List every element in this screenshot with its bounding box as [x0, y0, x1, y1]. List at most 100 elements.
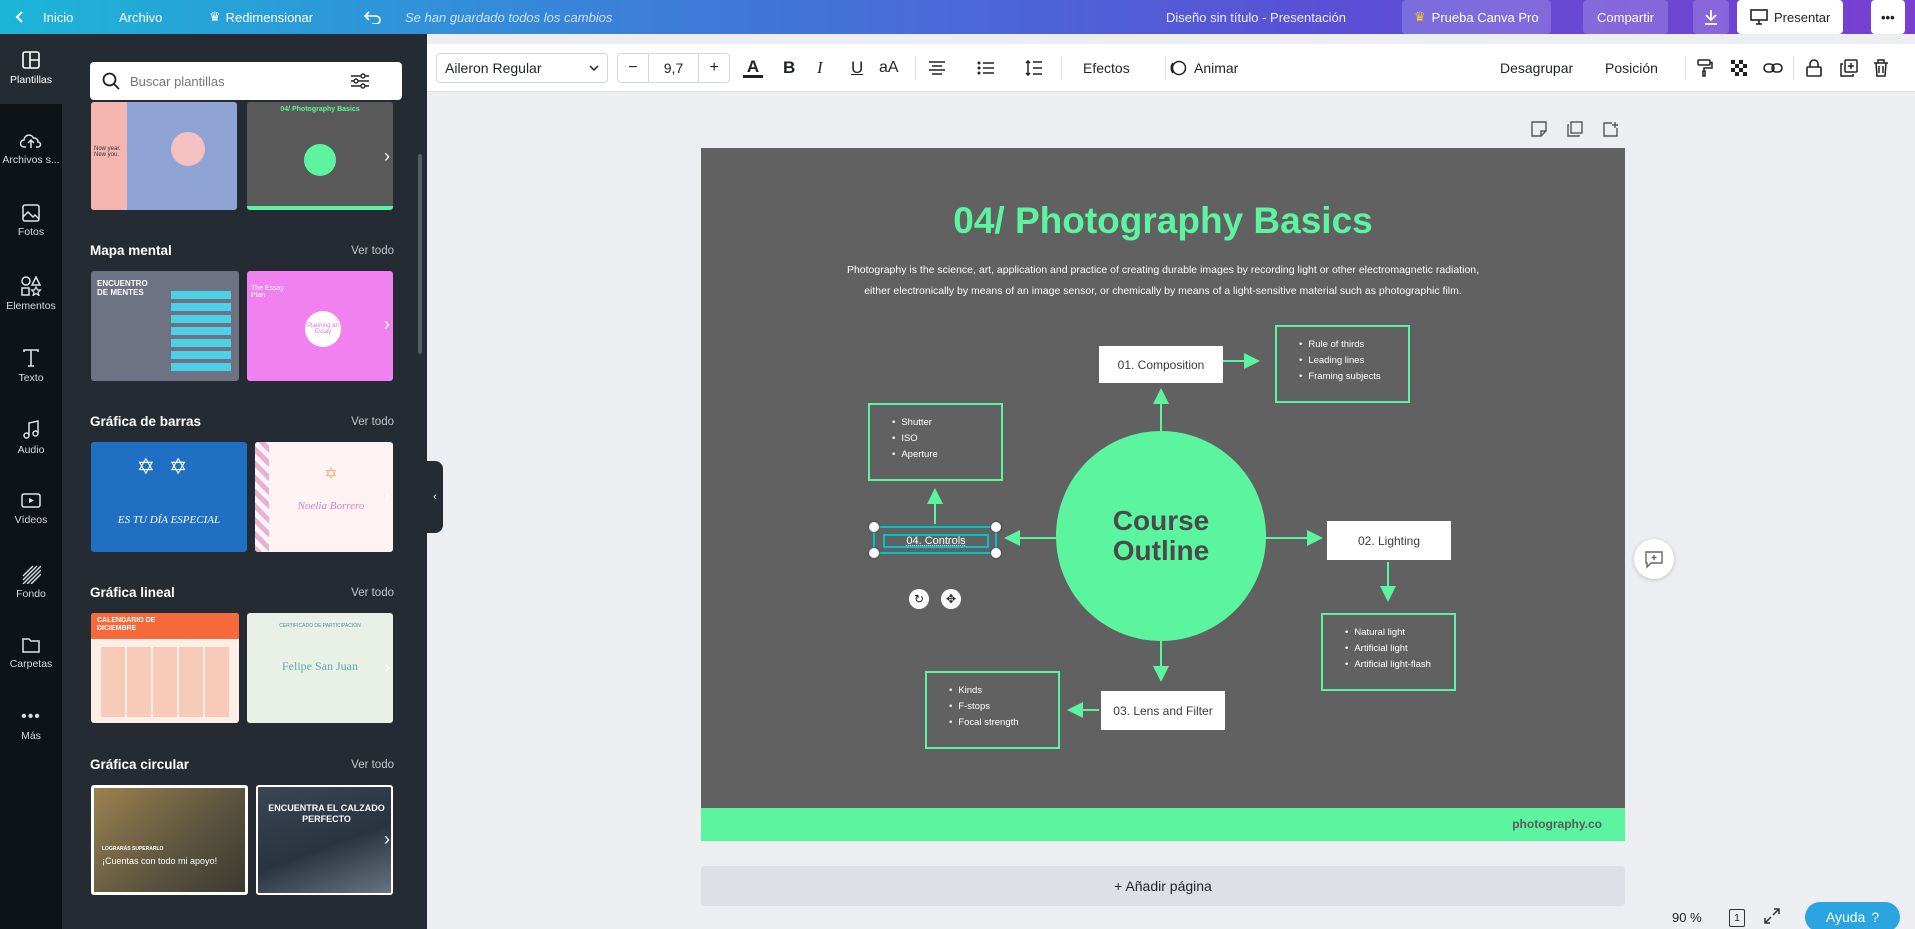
add-page-icon-button[interactable]: [1603, 121, 1619, 142]
lock-button[interactable]: [1806, 44, 1822, 92]
position-button[interactable]: Posición: [1605, 44, 1658, 92]
lock-icon: [1806, 59, 1822, 77]
try-pro-button[interactable]: ♛ Prueba Canva Pro: [1402, 0, 1551, 34]
decrease-size-button[interactable]: −: [618, 59, 648, 77]
transparency-button[interactable]: [1730, 44, 1748, 92]
home-button[interactable]: Inicio: [14, 0, 73, 34]
rotate-handle[interactable]: ↻: [909, 589, 929, 609]
chevron-right-icon[interactable]: ›: [384, 829, 390, 850]
template-thumb[interactable]: The Essay Plan Planning an Essay: [247, 271, 393, 381]
chevron-right-icon[interactable]: ›: [384, 314, 390, 335]
delete-button[interactable]: [1873, 44, 1889, 92]
more-options-button[interactable]: •••: [1871, 0, 1905, 34]
link-button[interactable]: [1763, 44, 1783, 92]
see-all-link[interactable]: Ver todo: [351, 587, 394, 599]
course-outline-circle[interactable]: Course Outline: [1056, 431, 1266, 641]
add-page-button[interactable]: + Añadir página: [701, 866, 1625, 906]
move-handle[interactable]: ✥: [941, 589, 961, 609]
note-button[interactable]: [1531, 121, 1547, 142]
rail-item-uploads[interactable]: Archivos s...: [0, 132, 62, 166]
font-selector[interactable]: Aileron Regular: [436, 44, 608, 92]
template-thumb[interactable]: CALENDARIO DE DICIEMBRE: [91, 613, 239, 723]
resize-handle[interactable]: [991, 548, 1001, 558]
resize-handle[interactable]: [869, 522, 879, 532]
rail-item-folders[interactable]: Carpetas: [0, 636, 62, 670]
font-size-input[interactable]: 9,7: [647, 54, 700, 82]
pattern-icon: [22, 565, 41, 584]
chevron-left-icon: ‹: [433, 491, 437, 503]
download-button[interactable]: [1693, 0, 1729, 34]
spacing-button[interactable]: [1025, 44, 1043, 92]
list-box-controls[interactable]: ShutterISOAperture: [868, 403, 1003, 481]
template-thumb[interactable]: ENCUENTRO DE MENTES: [91, 271, 239, 381]
copy-style-button[interactable]: [1697, 44, 1713, 92]
list-box-lighting[interactable]: Natural lightArtificial lightArtificial …: [1321, 613, 1456, 691]
filter-icon[interactable]: [350, 72, 370, 90]
list-box-lens-filter[interactable]: KindsF-stopsFocal strength: [925, 671, 1060, 749]
list-button[interactable]: [977, 44, 995, 92]
template-thumb[interactable]: LOGRARÁS SUPERARLO ¡Cuentas con todo mi …: [91, 785, 248, 895]
see-all-link[interactable]: Ver todo: [351, 759, 394, 771]
duplicate-page-button[interactable]: [1567, 121, 1583, 142]
panel-scrollbar[interactable]: [418, 154, 422, 354]
rail-item-audio[interactable]: Audio: [0, 420, 62, 456]
help-button[interactable]: Ayuda ?: [1805, 902, 1900, 929]
bold-button[interactable]: B: [783, 44, 795, 92]
top-bar: Inicio Archivo ♛ Redimensionar Se han gu…: [0, 0, 1915, 34]
document-title[interactable]: Diseño sin título - Presentación: [1166, 0, 1346, 34]
rail-item-background[interactable]: Fondo: [0, 564, 62, 600]
selection-frame[interactable]: 04. Controls: [869, 522, 1001, 558]
align-button[interactable]: [928, 44, 946, 92]
rail-item-text[interactable]: Texto: [0, 348, 62, 384]
rail-item-photos[interactable]: Fotos: [0, 204, 62, 238]
canva-editor: Inicio Archivo ♛ Redimensionar Se han gu…: [0, 0, 1915, 929]
chevron-right-icon[interactable]: ›: [384, 657, 390, 678]
topic-box-lighting[interactable]: 02. Lighting: [1327, 521, 1451, 560]
template-thumb-photography[interactable]: 04/ Photography Basics: [247, 102, 393, 210]
topic-box-lens-filter[interactable]: 03. Lens and Filter: [1101, 691, 1225, 730]
zoom-level[interactable]: 90 %: [1672, 910, 1702, 925]
template-thumb[interactable]: ✡ Noelia Borrero: [255, 442, 393, 552]
duplicate-button[interactable]: [1840, 44, 1858, 92]
chevron-right-icon[interactable]: ›: [384, 486, 390, 507]
list-box-composition[interactable]: Rule of thirdsLeading linesFraming subje…: [1275, 325, 1410, 403]
thumb-text: 04/ Photography Basics: [280, 106, 360, 113]
present-button[interactable]: Presentar: [1737, 0, 1844, 34]
fullscreen-button[interactable]: [1763, 907, 1781, 929]
footer-text[interactable]: photography.co: [1512, 817, 1602, 831]
effects-button[interactable]: Efectos: [1083, 44, 1130, 92]
divider: [1061, 56, 1062, 80]
slide-canvas[interactable]: 04/ Photography Basics Photography is th…: [701, 148, 1625, 841]
see-all-link[interactable]: Ver todo: [351, 416, 394, 428]
animate-button[interactable]: Animar: [1169, 44, 1238, 92]
share-button[interactable]: Compartir: [1583, 0, 1669, 34]
comment-button[interactable]: [1634, 539, 1674, 579]
resize-handle[interactable]: [991, 522, 1001, 532]
template-thumb[interactable]: ENCUENTRA EL CALZADO PERFECTO: [256, 785, 393, 895]
search-input[interactable]: [130, 73, 350, 89]
text-color-button[interactable]: A: [743, 44, 763, 92]
increase-size-button[interactable]: +: [699, 59, 729, 77]
template-thumb[interactable]: ✡✡ ES TU DÍA ESPECIAL: [91, 442, 247, 552]
topic-box-controls[interactable]: 04. Controls: [883, 534, 989, 548]
template-thumb[interactable]: Now year. New you.: [91, 102, 237, 210]
file-menu[interactable]: Archivo: [119, 0, 162, 34]
resize-handle[interactable]: [869, 548, 879, 558]
underline-button[interactable]: U: [851, 44, 863, 92]
ungroup-button[interactable]: Desagrupar: [1500, 44, 1573, 92]
chevron-right-icon[interactable]: ›: [384, 146, 390, 167]
page-count-button[interactable]: 1: [1729, 909, 1745, 927]
rail-item-elements[interactable]: Elementos: [0, 276, 62, 312]
see-all-link[interactable]: Ver todo: [351, 245, 394, 257]
topic-box-composition[interactable]: 01. Composition: [1099, 346, 1223, 383]
italic-button[interactable]: I: [817, 44, 823, 92]
thumb-table: [171, 291, 231, 371]
case-button[interactable]: aA: [879, 44, 899, 92]
rail-item-templates[interactable]: Plantillas: [0, 34, 62, 104]
rail-item-videos[interactable]: Vídeos: [0, 492, 62, 526]
undo-button[interactable]: [364, 0, 382, 34]
template-thumb[interactable]: CERTIFICADO DE PARTICIPACIÓN Felipe San …: [247, 613, 393, 723]
rail-item-more[interactable]: ••• Más: [0, 708, 62, 742]
collapse-panel-button[interactable]: ‹: [427, 461, 443, 533]
resize-button[interactable]: ♛ Redimensionar: [209, 0, 313, 34]
